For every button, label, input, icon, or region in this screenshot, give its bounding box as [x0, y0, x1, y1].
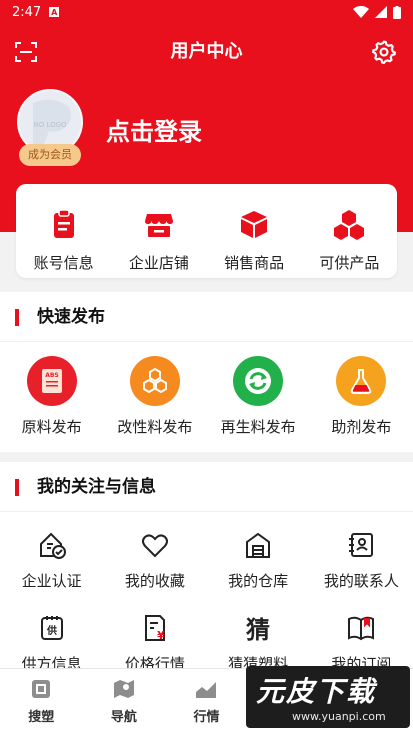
- follow-item-label: 企业认证: [21, 572, 82, 590]
- section-title: 我的关注与信息: [37, 477, 156, 497]
- my-favorites-button[interactable]: 我的收藏: [103, 512, 206, 591]
- abs-document-icon: ABS: [26, 356, 77, 406]
- signal-icon: [375, 6, 387, 18]
- guess-plastics-button[interactable]: 猜 猜猜塑料: [207, 595, 310, 668]
- account-item-label: 企业店铺: [128, 254, 189, 272]
- supply-icon: 供: [40, 616, 63, 640]
- tab-label: 搜塑: [28, 710, 55, 725]
- enterprise-verify-button[interactable]: 企业认证: [0, 512, 103, 591]
- svg-text:猜: 猜: [245, 616, 270, 643]
- chart-icon: [196, 682, 217, 698]
- svg-text:供: 供: [46, 624, 57, 637]
- price-quotes-button[interactable]: ¥ 价格行情: [103, 595, 206, 668]
- tab-navigation[interactable]: 导航: [83, 669, 166, 730]
- enterprise-verify-icon: [39, 532, 66, 559]
- watermark-brand: 元皮下载: [256, 675, 377, 708]
- recycle-icon: [233, 356, 284, 406]
- modified-material-publish-button[interactable]: 改性料发布: [103, 352, 206, 437]
- publish-item-label: 改性料发布: [117, 418, 193, 436]
- watermark-logo: 元皮下载 www.yuanpi.com: [246, 666, 410, 728]
- warehouse-icon: [246, 532, 271, 558]
- sales-goods-button[interactable]: 销售商品: [207, 184, 302, 278]
- section-accent-bar: [15, 309, 19, 326]
- map-icon: [113, 680, 134, 698]
- contact-card-icon: [349, 533, 374, 557]
- price-doc-icon: ¥: [144, 615, 165, 642]
- cubes-icon: [334, 210, 365, 240]
- account-item-label: 账号信息: [33, 254, 94, 272]
- battery-icon: [393, 5, 401, 19]
- follow-item-label: 供方信息: [21, 655, 82, 668]
- publish-item-label: 原料发布: [21, 418, 82, 436]
- heart-icon: [141, 534, 168, 558]
- tab-search-plastic[interactable]: 搜塑: [0, 669, 83, 730]
- follow-info-section: 我的关注与信息 企业认证 我的收藏 我的仓库 我的联系人 供 供方信息 ¥ 价格…: [0, 462, 413, 668]
- app-header: 用户中心: [0, 24, 413, 80]
- clipboard-icon: [53, 209, 74, 238]
- tab-market[interactable]: 行情: [165, 669, 248, 730]
- additive-publish-button[interactable]: 助剂发布: [310, 352, 413, 437]
- notification-icon: A: [49, 7, 60, 17]
- section-title: 快速发布: [37, 307, 105, 327]
- my-subscriptions-button[interactable]: 我的订阅: [310, 595, 413, 668]
- quick-publish-section: 快速发布 ABS 原料发布 改性料发布 再生料发布 助剂发布: [0, 292, 413, 452]
- follow-item-label: 我的仓库: [228, 572, 289, 590]
- clock: 2:47: [12, 4, 42, 20]
- section-header: 快速发布: [0, 292, 413, 342]
- account-item-label: 可供产品: [319, 254, 380, 272]
- status-bar: 2:47 A: [0, 0, 413, 24]
- recycled-material-publish-button[interactable]: 再生料发布: [207, 352, 310, 437]
- my-warehouse-button[interactable]: 我的仓库: [207, 512, 310, 591]
- publish-item-label: 再生料发布: [220, 418, 296, 436]
- home-indicator: [0, 730, 413, 734]
- tab-label: 导航: [110, 710, 137, 725]
- box-icon: [241, 211, 268, 238]
- book-icon: [348, 616, 375, 641]
- wifi-icon: [353, 6, 369, 18]
- page-title: 用户中心: [170, 41, 243, 62]
- publish-item-label: 助剂发布: [331, 418, 392, 436]
- follow-item-label: 我的联系人: [323, 572, 399, 590]
- section-header: 我的关注与信息: [0, 462, 413, 512]
- available-products-button[interactable]: 可供产品: [302, 184, 397, 278]
- settings-gear-icon[interactable]: [371, 39, 397, 65]
- my-contacts-button[interactable]: 我的联系人: [310, 512, 413, 591]
- tab-label: 行情: [193, 710, 220, 725]
- account-info-button[interactable]: 账号信息: [16, 184, 111, 278]
- follow-item-label: 价格行情: [124, 655, 185, 668]
- search-plastic-icon: [32, 680, 51, 698]
- become-member-badge[interactable]: 成为会员: [19, 144, 81, 166]
- watermark-url: www.yuanpi.com: [292, 710, 386, 723]
- follow-item-label: 我的收藏: [124, 572, 185, 590]
- login-prompt[interactable]: 点击登录: [106, 112, 202, 147]
- raw-material-publish-button[interactable]: ABS 原料发布: [0, 352, 103, 437]
- supplier-info-button[interactable]: 供 供方信息: [0, 595, 103, 668]
- section-accent-bar: [15, 479, 19, 496]
- hexagon-cluster-icon: [129, 356, 180, 406]
- enterprise-store-button[interactable]: 企业店铺: [111, 184, 206, 278]
- store-icon: [144, 214, 173, 237]
- svg-text:¥: ¥: [157, 629, 165, 642]
- account-card: 账号信息 企业店铺 销售商品 可供产品: [16, 184, 397, 278]
- flask-icon: [336, 356, 387, 406]
- svg-text:NO LOGO: NO LOGO: [33, 121, 67, 129]
- guess-icon: 猜: [245, 616, 270, 643]
- svg-text:ABS: ABS: [45, 372, 59, 379]
- account-item-label: 销售商品: [224, 254, 285, 272]
